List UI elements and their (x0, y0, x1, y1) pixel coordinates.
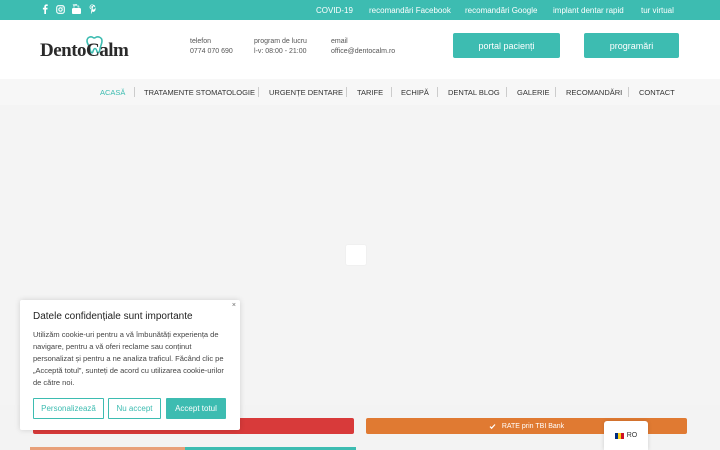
nav-item-recommendations[interactable]: RECOMANDĂRI (566, 88, 622, 97)
slider-loader (346, 245, 366, 265)
email-label: email (331, 38, 348, 45)
nav-item-gallery[interactable]: GALERIE (517, 88, 550, 97)
nav-item-home[interactable]: ACASĂ (100, 88, 125, 97)
link-recommendations-facebook[interactable]: recomandări Facebook (369, 6, 451, 15)
rate-label: RATE prin TBI Bank (501, 422, 565, 430)
link-virtual-tour[interactable]: tur virtual (641, 6, 674, 15)
hours-info: program de lucru l-v: 08:00 - 21:00 (254, 37, 307, 57)
patient-portal-button[interactable]: portal pacienți (453, 33, 560, 58)
site-logo[interactable]: DentoCalm (40, 36, 136, 64)
reject-button[interactable]: Nu accept (108, 398, 161, 419)
language-switcher[interactable]: RO (604, 421, 648, 450)
logo-text: DentoCalm (40, 40, 129, 61)
pinterest-icon[interactable] (88, 3, 97, 15)
romania-flag-icon (614, 432, 624, 439)
email-info: email office@dentocalm.ro (331, 37, 395, 57)
instagram-icon[interactable] (56, 3, 65, 15)
appointments-button[interactable]: programări (584, 33, 679, 58)
close-icon[interactable]: × (232, 302, 236, 309)
nav-separator (506, 87, 507, 97)
link-recommendations-google[interactable]: recomandări Google (465, 6, 537, 15)
nav-item-team[interactable]: ECHIPĂ (401, 88, 429, 97)
youtube-icon[interactable] (72, 3, 81, 15)
nav-separator (437, 87, 438, 97)
phone-value[interactable]: 0774 070 690 (190, 47, 233, 57)
cookie-consent-dialog: × Datele confidențiale sunt importante U… (20, 300, 240, 430)
accept-all-button[interactable]: Accept totul (166, 398, 226, 419)
cookie-title: Datele confidențiale sunt importante (33, 311, 193, 322)
cookie-text: Utilizăm cookie-uri pentru a vă îmbunătă… (33, 330, 224, 387)
social-links (40, 3, 97, 15)
link-rapid-implant[interactable]: implant dentar rapid (553, 6, 624, 15)
facebook-icon[interactable] (40, 3, 49, 15)
nav-separator (555, 87, 556, 97)
nav-separator (134, 87, 135, 97)
language-code: RO (626, 432, 638, 439)
nav-item-prices[interactable]: TARIFE (357, 88, 383, 97)
main-nav: ACASĂ TRATAMENTE STOMATOLOGIE URGENȚE DE… (0, 79, 720, 105)
phone-label: telefon (190, 38, 212, 45)
nav-separator (346, 87, 347, 97)
nav-item-emergencies[interactable]: URGENȚE DENTARE (269, 88, 343, 97)
phone-info: telefon 0774 070 690 (190, 37, 233, 57)
link-covid[interactable]: COVID-19 (316, 6, 353, 15)
check-icon (489, 423, 496, 429)
nav-separator (628, 87, 629, 97)
nav-separator (391, 87, 392, 97)
nav-item-treatments[interactable]: TRATAMENTE STOMATOLOGIE (144, 88, 255, 97)
nav-separator (258, 87, 259, 97)
customize-button[interactable]: Personalizează (33, 398, 104, 419)
hours-value: l-v: 08:00 - 21:00 (254, 48, 307, 55)
nav-item-contact[interactable]: CONTACT (639, 88, 675, 97)
nav-item-blog[interactable]: DENTAL BLOG (448, 88, 500, 97)
top-bar: COVID-19 recomandări Facebook recomandăr… (0, 0, 720, 20)
hours-label: program de lucru (254, 38, 307, 45)
email-value[interactable]: office@dentocalm.ro (331, 47, 395, 57)
